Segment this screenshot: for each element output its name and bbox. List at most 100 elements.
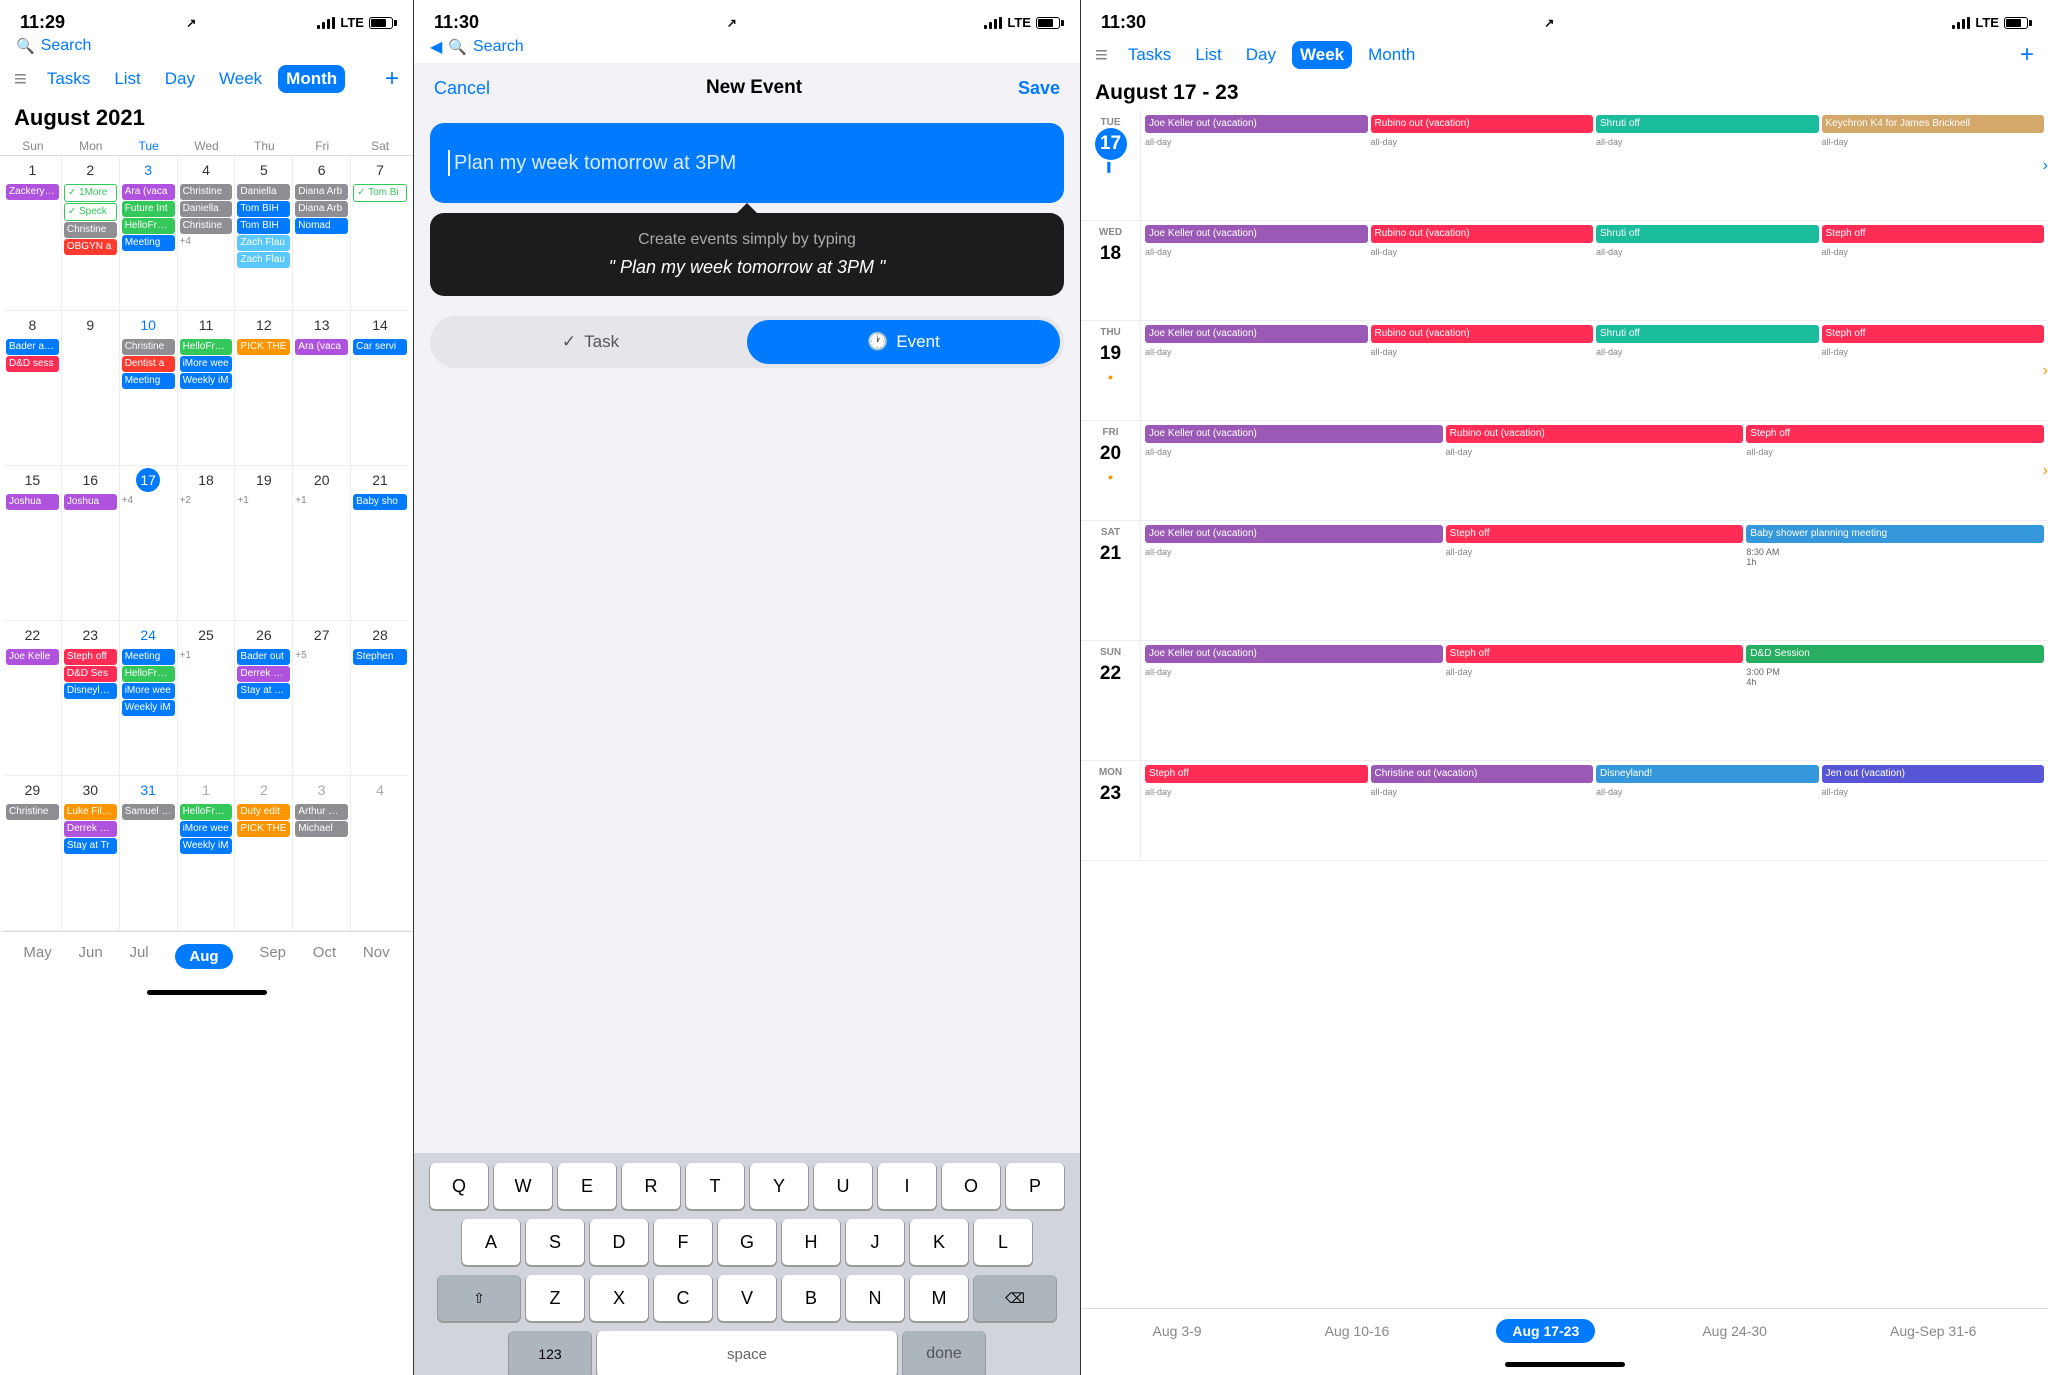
nav-day-3[interactable]: Day xyxy=(1238,41,1284,69)
cal-cell-25[interactable]: 25 +1 xyxy=(178,621,236,776)
cal-cell-7[interactable]: 7 ✓ Tom Bi xyxy=(351,156,409,311)
week-nav-aug10[interactable]: Aug 10-16 xyxy=(1309,1319,1406,1343)
key-s[interactable]: S xyxy=(526,1219,584,1265)
key-w[interactable]: W xyxy=(494,1163,552,1209)
key-m[interactable]: M xyxy=(910,1275,968,1321)
key-u[interactable]: U xyxy=(814,1163,872,1209)
cal-cell-28[interactable]: 28 Stephen xyxy=(351,621,409,776)
task-toggle-btn[interactable]: ✓ Task xyxy=(434,320,747,364)
event-rubino-19[interactable]: Rubino out (vacation) xyxy=(1371,325,1594,343)
key-a[interactable]: A xyxy=(462,1219,520,1265)
cal-cell-19[interactable]: 19 +1 xyxy=(235,466,293,621)
cal-cell-6[interactable]: 6 Diana Arb Diana Arb Nomad xyxy=(293,156,351,311)
key-done[interactable]: done xyxy=(903,1331,985,1375)
nav-week-3[interactable]: Week xyxy=(1292,41,1352,69)
cal-cell-31[interactable]: 31 Samuel out xyxy=(120,776,178,931)
key-x[interactable]: X xyxy=(590,1275,648,1321)
cal-cell-29[interactable]: 29 Christine xyxy=(4,776,62,931)
cal-cell-8[interactable]: 8 Bader and Nick in New York D&D sess xyxy=(4,311,62,466)
event-shruti-19[interactable]: Shruti off xyxy=(1596,325,1819,343)
key-g[interactable]: G xyxy=(718,1219,776,1265)
cal-cell-11[interactable]: 11 HelloFresh iMore wee Weekly iM xyxy=(178,311,236,466)
key-f[interactable]: F xyxy=(654,1219,712,1265)
key-y[interactable]: Y xyxy=(750,1163,808,1209)
cal-cell-2[interactable]: 2 ✓ 1More ✓ Speck Christine OBGYN a xyxy=(62,156,120,311)
search-bar-2[interactable]: ◀ 🔍 Search xyxy=(414,37,1080,63)
key-b[interactable]: B xyxy=(782,1275,840,1321)
cal-cell-13[interactable]: 13 Ara (vaca xyxy=(293,311,351,466)
key-i[interactable]: I xyxy=(878,1163,936,1209)
month-nav-may[interactable]: May xyxy=(23,944,51,969)
cal-cell-20[interactable]: 20 +1 xyxy=(293,466,351,621)
key-o[interactable]: O xyxy=(942,1163,1000,1209)
nav-day-1[interactable]: Day xyxy=(157,65,203,93)
event-joe-keller-21[interactable]: Joe Keller out (vacation) xyxy=(1145,525,1443,543)
key-k[interactable]: K xyxy=(910,1219,968,1265)
month-nav-sep[interactable]: Sep xyxy=(259,944,286,969)
cal-cell-1[interactable]: 1 Zackery C (vacation) xyxy=(4,156,62,311)
menu-icon-1[interactable]: ≡ xyxy=(14,66,27,92)
cal-cell-30[interactable]: 30 Luke Filipowicz (vacation) Derrek off… xyxy=(62,776,120,931)
cancel-button[interactable]: Cancel xyxy=(434,78,490,99)
event-shruti-17[interactable]: Shruti off xyxy=(1596,115,1819,133)
cal-cell-35[interactable]: 4 xyxy=(351,776,409,931)
cal-cell-15[interactable]: 15 Joshua xyxy=(4,466,62,621)
cal-cell-34[interactable]: 3 Arthur Hur out Michael xyxy=(293,776,351,931)
month-nav-jul[interactable]: Jul xyxy=(129,944,148,969)
cal-cell-32[interactable]: 1 HelloFresh iMore wee Weekly iM xyxy=(178,776,236,931)
cal-cell-14[interactable]: 14 Car servi xyxy=(351,311,409,466)
event-rubino-17[interactable]: Rubino out (vacation) xyxy=(1371,115,1594,133)
search-bar-1[interactable]: 🔍 Search xyxy=(0,37,413,61)
key-v[interactable]: V xyxy=(718,1275,776,1321)
nav-month-1[interactable]: Month xyxy=(278,65,345,93)
nav-plus-1[interactable]: + xyxy=(385,65,399,93)
key-123[interactable]: 123 xyxy=(509,1331,591,1375)
event-baby-shower-21[interactable]: Baby shower planning meeting xyxy=(1746,525,2044,543)
month-nav-aug[interactable]: Aug xyxy=(175,944,232,969)
key-h[interactable]: H xyxy=(782,1219,840,1265)
key-space[interactable]: space xyxy=(597,1331,897,1375)
cal-cell-22[interactable]: 22 Joe Kelle xyxy=(4,621,62,776)
event-joe-keller-20[interactable]: Joe Keller out (vacation) xyxy=(1145,425,1443,443)
cal-cell-18[interactable]: 18 +2 xyxy=(178,466,236,621)
month-nav-jun[interactable]: Jun xyxy=(78,944,102,969)
cal-cell-9[interactable]: 9 xyxy=(62,311,120,466)
month-nav-oct[interactable]: Oct xyxy=(313,944,336,969)
event-disneyland-23[interactable]: Disneyland! xyxy=(1596,765,1819,783)
event-steph-20[interactable]: Steph off xyxy=(1746,425,2044,443)
key-q[interactable]: Q xyxy=(430,1163,488,1209)
event-joe-keller-22[interactable]: Joe Keller out (vacation) xyxy=(1145,645,1443,663)
cal-cell-16[interactable]: 16 Joshua xyxy=(62,466,120,621)
cal-cell-3[interactable]: 3 Ara (vaca Future Int HelloFresh Meetin… xyxy=(120,156,178,311)
event-joe-keller-18[interactable]: Joe Keller out (vacation) xyxy=(1145,225,1368,243)
key-c[interactable]: C xyxy=(654,1275,712,1321)
key-j[interactable]: J xyxy=(846,1219,904,1265)
menu-icon-3[interactable]: ≡ xyxy=(1095,42,1108,68)
event-rubino-18[interactable]: Rubino out (vacation) xyxy=(1371,225,1594,243)
event-steph-18[interactable]: Steph off xyxy=(1822,225,2045,243)
event-joe-keller-17[interactable]: Joe Keller out (vacation) xyxy=(1145,115,1368,133)
key-d[interactable]: D xyxy=(590,1219,648,1265)
week-nav-aug24[interactable]: Aug 24-30 xyxy=(1686,1319,1783,1343)
event-shruti-18[interactable]: Shruti off xyxy=(1596,225,1819,243)
save-button[interactable]: Save xyxy=(1018,78,1060,99)
cal-cell-5[interactable]: 5 Daniella Tom BIH Tom BIH Zach Flau Zac… xyxy=(235,156,293,311)
event-dd-session-22[interactable]: D&D Session xyxy=(1746,645,2044,663)
event-input-area[interactable]: Plan my week tomorrow at 3PM xyxy=(430,123,1064,203)
nav-month-3[interactable]: Month xyxy=(1360,41,1423,69)
cal-cell-17[interactable]: 17 +4 xyxy=(120,466,178,621)
cal-cell-4[interactable]: 4 Christine Daniella Christine +4 xyxy=(178,156,236,311)
event-steph-19[interactable]: Steph off xyxy=(1822,325,2045,343)
key-z[interactable]: Z xyxy=(526,1275,584,1321)
key-r[interactable]: R xyxy=(622,1163,680,1209)
key-l[interactable]: L xyxy=(974,1219,1032,1265)
nav-list-3[interactable]: List xyxy=(1187,41,1229,69)
key-e[interactable]: E xyxy=(558,1163,616,1209)
cal-cell-24[interactable]: 24 Meeting HelloFresh iMore wee Weekly i… xyxy=(120,621,178,776)
nav-list-1[interactable]: List xyxy=(106,65,148,93)
back-arrow-2[interactable]: ◀ xyxy=(430,37,442,57)
event-steph-23[interactable]: Steph off xyxy=(1145,765,1368,783)
cal-cell-21[interactable]: 21 Baby sho xyxy=(351,466,409,621)
event-rubino-20[interactable]: Rubino out (vacation) xyxy=(1446,425,1744,443)
event-jen-23[interactable]: Jen out (vacation) xyxy=(1822,765,2045,783)
